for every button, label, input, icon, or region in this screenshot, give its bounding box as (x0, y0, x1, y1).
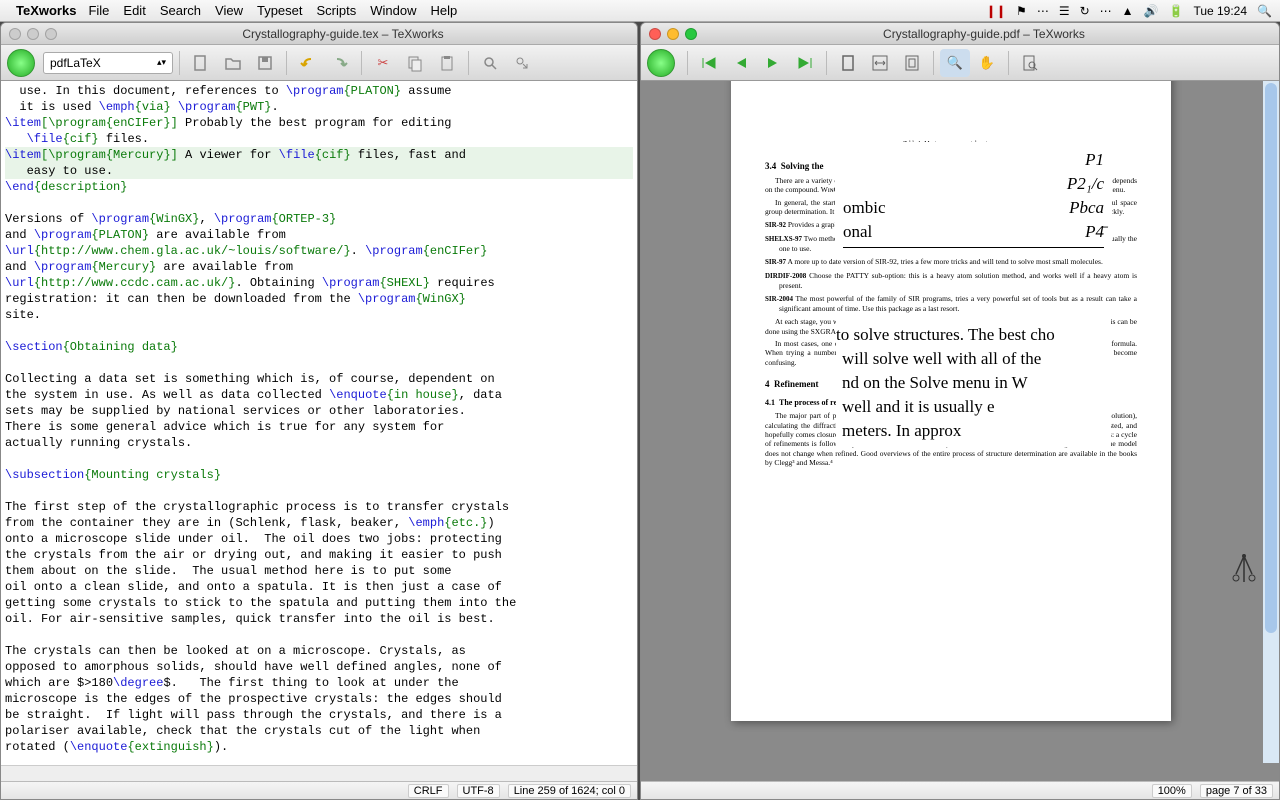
battery-icon[interactable]: 🔋 (1168, 4, 1183, 18)
spotlight-icon[interactable]: 🔍 (1257, 4, 1272, 18)
hand-icon: ✋ (979, 55, 995, 71)
preview-typeset-button[interactable] (647, 49, 675, 77)
section-heading: Solving the (781, 161, 824, 171)
pdf-description-entry: SIR-2004 The most powerful of the family… (765, 294, 1137, 313)
open-file-button[interactable] (218, 49, 248, 77)
zoom-button[interactable] (45, 28, 57, 40)
new-file-button[interactable] (186, 49, 216, 77)
preview-window: Crystallography-guide.pdf – TeXworks 🔍 ✋… (640, 22, 1280, 800)
pdf-description-entry: SIR-97 A more up to date version of SIR-… (765, 257, 1137, 267)
compass-icon (1229, 551, 1259, 587)
paste-button[interactable] (432, 49, 462, 77)
zoom-button[interactable] (685, 28, 697, 40)
minimize-button[interactable] (27, 28, 39, 40)
volume-icon[interactable]: 🔊 (1144, 4, 1159, 18)
engine-select-value: pdfLaTeX (50, 56, 101, 70)
last-page-button[interactable] (790, 49, 820, 77)
editor-window: Crystallography-guide.tex – TeXworks pdf… (0, 22, 638, 800)
typeset-button[interactable] (7, 49, 35, 77)
status-cursor-pos: Line 259 of 1624; col 0 (508, 784, 631, 798)
preview-titlebar[interactable]: Crystallography-guide.pdf – TeXworks (641, 23, 1279, 45)
pdf-viewport[interactable]: Table 1: Most common crystal systems. 3.… (641, 81, 1279, 781)
preview-statusbar: 100% page 7 of 33 (641, 781, 1279, 799)
menu-scripts[interactable]: Scripts (317, 3, 357, 18)
engine-select[interactable]: pdfLaTeX ▴▾ (43, 52, 173, 74)
magnifier-icon: 🔍 (947, 55, 963, 71)
copy-button[interactable] (400, 49, 430, 77)
scrollbar-thumb[interactable] (1265, 83, 1277, 633)
menu-help[interactable]: Help (430, 3, 457, 18)
find-button[interactable] (475, 49, 505, 77)
close-button[interactable] (649, 28, 661, 40)
scissors-icon: ✂ (378, 55, 389, 71)
pan-tool-button[interactable]: ✋ (972, 49, 1002, 77)
zoom-tool-button[interactable]: 🔍 (940, 49, 970, 77)
record-indicator-icon: ❙❙ (986, 4, 1006, 18)
clock[interactable]: Tue 19:24 (1193, 4, 1247, 18)
cut-button[interactable]: ✂ (368, 49, 398, 77)
section-heading: Refinement (774, 379, 819, 389)
menu-file[interactable]: File (88, 3, 109, 18)
preview-toolbar: 🔍 ✋ (641, 45, 1279, 81)
editor-toolbar: pdfLaTeX ▴▾ ✂ (1, 45, 637, 81)
pdf-magnifier-overlay: to solve structures. The best chowill so… (836, 319, 1111, 447)
chevron-updown-icon: ▴▾ (157, 57, 166, 68)
replace-button[interactable] (507, 49, 537, 77)
pdf-description-entry: DIRDIF-2008 Choose the PATTY sub-option:… (765, 271, 1137, 290)
status-eol[interactable]: CRLF (408, 784, 449, 798)
redo-button[interactable] (325, 49, 355, 77)
search-pdf-button[interactable] (1015, 49, 1045, 77)
flag-icon: ⚑ (1016, 4, 1027, 18)
menu-window[interactable]: Window (370, 3, 416, 18)
macos-menubar: TeXworks File Edit Search View Typeset S… (0, 0, 1280, 22)
sync-icon[interactable]: ☰ (1059, 4, 1070, 18)
save-file-button[interactable] (250, 49, 280, 77)
menu-typeset[interactable]: Typeset (257, 3, 303, 18)
undo-button[interactable] (293, 49, 323, 77)
menu-extra2-icon[interactable]: ⋯ (1100, 4, 1112, 18)
actual-size-button[interactable] (833, 49, 863, 77)
menu-edit[interactable]: Edit (123, 3, 145, 18)
pdf-vscrollbar[interactable] (1263, 81, 1279, 763)
fit-width-button[interactable] (865, 49, 895, 77)
editor-hscrollbar[interactable] (1, 765, 637, 781)
preview-window-title: Crystallography-guide.pdf – TeXworks (697, 27, 1271, 41)
editor-statusbar: CRLF UTF-8 Line 259 of 1624; col 0 (1, 781, 637, 799)
status-zoom[interactable]: 100% (1152, 784, 1192, 798)
menu-extra-icon[interactable]: ⋯ (1037, 4, 1049, 18)
timemachine-icon[interactable]: ↻ (1080, 4, 1090, 18)
editor-titlebar[interactable]: Crystallography-guide.tex – TeXworks (1, 23, 637, 45)
source-editor[interactable]: use. In this document, references to \pr… (1, 81, 637, 765)
prev-page-button[interactable] (726, 49, 756, 77)
pdf-magnifier-overlay: P1P2₁/combicPbcaonalP4̄ (836, 143, 1111, 253)
next-page-button[interactable] (758, 49, 788, 77)
wifi-icon[interactable]: ▲ (1122, 4, 1134, 18)
menu-view[interactable]: View (215, 3, 243, 18)
app-name[interactable]: TeXworks (16, 3, 76, 18)
status-page[interactable]: page 7 of 33 (1200, 784, 1273, 798)
status-encoding[interactable]: UTF-8 (457, 784, 500, 798)
menu-search[interactable]: Search (160, 3, 201, 18)
minimize-button[interactable] (667, 28, 679, 40)
first-page-button[interactable] (694, 49, 724, 77)
fit-page-button[interactable] (897, 49, 927, 77)
close-button[interactable] (9, 28, 21, 40)
editor-window-title: Crystallography-guide.tex – TeXworks (57, 27, 629, 41)
